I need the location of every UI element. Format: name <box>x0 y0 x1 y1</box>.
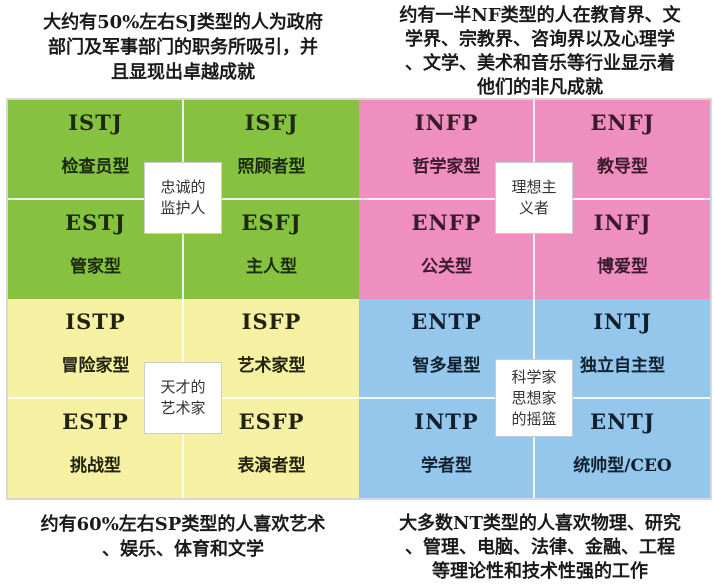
sp-center-label: 天才的 艺术家 <box>144 362 222 434</box>
nt-quadrant: ENTP 智多星型 INTJ 独立自主型 INTP 学者型 ENTJ 统帅型/C… <box>359 299 710 498</box>
type-code: ISTP <box>65 309 126 334</box>
nf-center-label: 理想主 义者 <box>495 162 573 234</box>
nf-quadrant: INFP 哲学家型 ENFJ 教导型 ENFP 公关型 INFJ 博爱型 理想主… <box>359 100 710 299</box>
nf-description: 约有一半NF类型的人在教育界、文 学界、宗教界、咨询界以及心理学 、文学、美术和… <box>399 5 681 98</box>
type-code: ENFJ <box>590 110 655 135</box>
type-code: INFP <box>414 110 479 135</box>
type-role: 公关型 <box>421 257 472 277</box>
sj-description: 大约有50%左右SJ类型的人为政府 部门及军事部门的职务所吸引，并 且显现出卓越… <box>43 12 323 83</box>
type-role: 统帅型/CEO <box>573 456 672 476</box>
type-role: 挑战型 <box>70 456 121 476</box>
sj-quadrant: ISTJ 检查员型 ISFJ 照顾者型 ESTJ 管家型 ESFJ 主人型 忠诚… <box>8 100 359 299</box>
mbti-temperament-grid: ISTJ 检查员型 ISFJ 照顾者型 ESTJ 管家型 ESFJ 主人型 忠诚… <box>6 98 712 500</box>
sp-quadrant: ISTP 冒险家型 ISFP 艺术家型 ESTP 挑战型 ESFP 表演者型 天… <box>8 299 359 498</box>
nt-center-label: 科学家 思想家 的摇篮 <box>495 359 573 437</box>
type-role: 学者型 <box>421 456 472 476</box>
type-role: 表演者型 <box>237 456 306 476</box>
nt-description: 大多数NT类型的人喜欢物理、研究 、管理、电脑、法律、金融、工程 等理论性和技术… <box>399 513 681 582</box>
type-code: ISTJ <box>68 110 123 135</box>
type-role: 博爱型 <box>597 257 648 277</box>
sp-description: 约有60%左右SP类型的人喜欢艺术 、娱乐、体育和文学 <box>40 514 326 560</box>
type-code: INTJ <box>593 309 652 334</box>
type-code: ISFJ <box>244 110 299 135</box>
type-role: 主人型 <box>246 257 297 277</box>
sj-center-label: 忠诚的 监护人 <box>144 162 222 234</box>
type-code: ENTP <box>411 309 482 334</box>
type-code: ISFP <box>241 309 302 334</box>
type-role: 管家型 <box>70 257 121 277</box>
